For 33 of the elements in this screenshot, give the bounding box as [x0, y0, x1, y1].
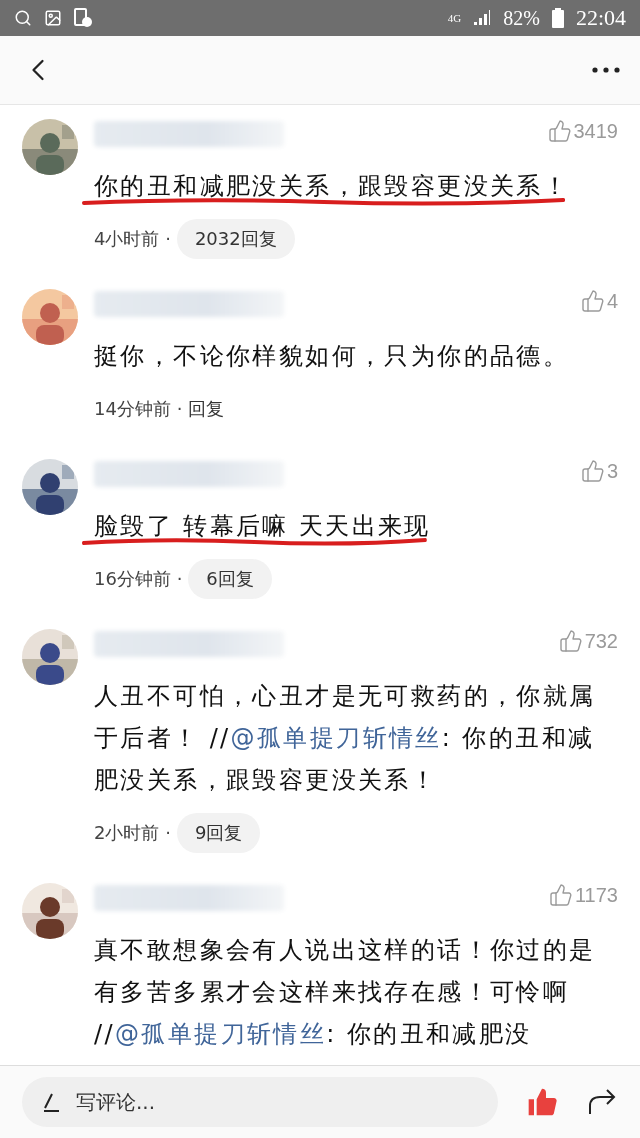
battery-percent: 82%: [503, 6, 540, 30]
comment-time: 14分钟前 ·: [94, 397, 183, 421]
signal-icon: [473, 10, 492, 26]
comment-text: 真不敢想象会有人说出这样的话！你过的是有多苦多累才会这样来找存在感！可怜啊 //@孤单提刀斩情丝: 你的丑和减肥没: [94, 935, 597, 1050]
mention-link[interactable]: @孤单提刀斩情丝: [115, 1020, 327, 1048]
thumbs-up-icon[interactable]: [526, 1086, 558, 1118]
tablet-clock-icon: [74, 8, 92, 28]
search-icon: [14, 9, 32, 27]
network-type: 4G: [447, 12, 462, 24]
reply-button[interactable]: 回复: [188, 389, 225, 429]
comment-time: 4小时前 ·: [94, 227, 171, 251]
reply-button[interactable]: 6回复: [188, 559, 272, 599]
comment-time: 2小时前 ·: [94, 821, 171, 845]
comment-text: 你的丑和减肥没关系，跟毁容更没关系！: [94, 165, 570, 207]
more-icon: [592, 67, 620, 73]
mention-link[interactable]: @孤单提刀斩情丝: [230, 724, 442, 752]
thumbs-up-icon: [558, 629, 583, 653]
thumbs-up-icon: [580, 459, 605, 483]
comment-input[interactable]: 写评论...: [22, 1077, 498, 1127]
pencil-icon: [42, 1092, 62, 1112]
thumbs-up-icon: [580, 289, 605, 313]
battery-icon: [551, 8, 564, 28]
image-icon: [44, 9, 62, 27]
reply-button[interactable]: 9回复: [176, 813, 261, 853]
thumbs-up-icon: [549, 883, 573, 907]
reply-button[interactable]: 2032回复: [176, 219, 295, 259]
clock-time: 22:04: [575, 5, 626, 31]
more-button[interactable]: [592, 67, 620, 73]
comment-text: 人丑不可怕，心丑才是无可救药的，你就属于后者！ //@孤单提刀斩情丝: 你的丑和减肥没关系，跟毁容更没关系！: [94, 681, 597, 796]
thumbs-up-icon: [547, 119, 572, 143]
comment-text: 挺你，不论你样貌如何，只为你的品德。: [94, 341, 571, 372]
comment-time: 16分钟前 ·: [94, 567, 183, 591]
comment-text: 脸毁了 转幕后嘛 天天出来现: [94, 505, 431, 547]
